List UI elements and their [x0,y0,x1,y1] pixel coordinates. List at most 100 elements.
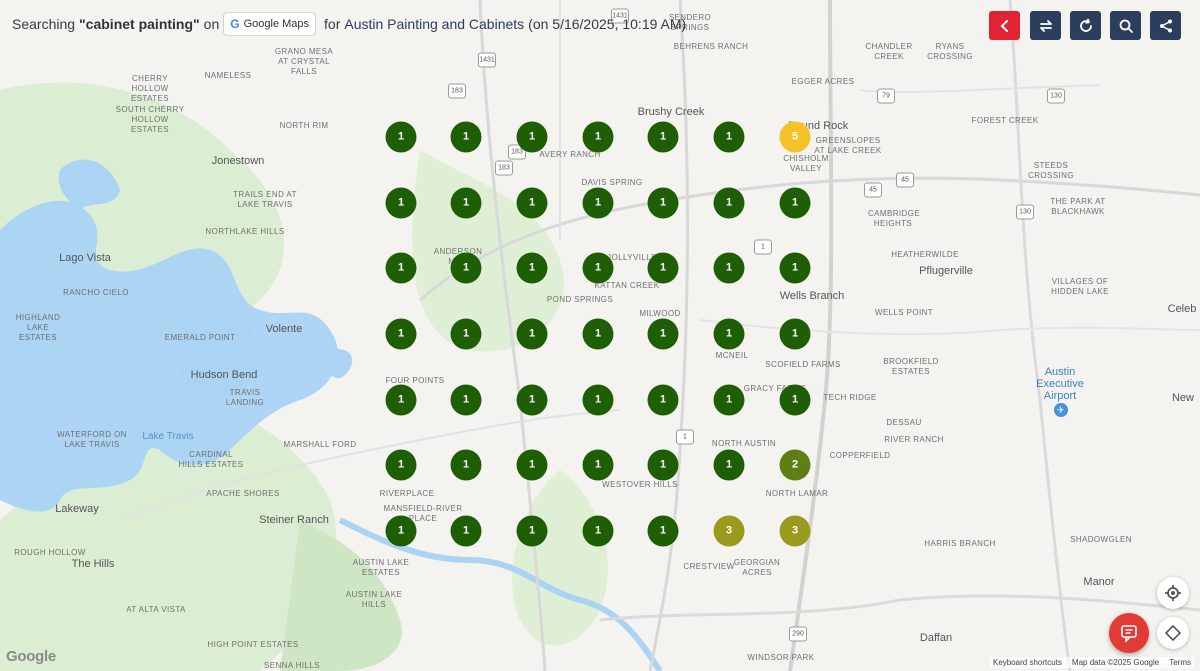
map-canvas[interactable]: Jonestown Lago Vista Volente Hudson Bend… [0,0,1200,671]
chat-button[interactable] [1109,613,1149,653]
label-northlake-hills: NORTHLAKE HILLS [205,227,285,236]
rank-marker[interactable]: 1 [516,515,548,547]
fullscreen-button[interactable] [1157,617,1189,649]
label-north-austin: NORTH AUSTIN [711,439,777,448]
rank-marker[interactable]: 1 [385,384,417,416]
rank-marker[interactable]: 1 [516,252,548,284]
rank-marker[interactable]: 1 [385,318,417,350]
rank-marker[interactable]: 1 [647,318,679,350]
rank-marker[interactable]: 5 [779,121,811,153]
google-maps-badge[interactable]: G Google Maps [223,12,317,36]
chat-icon [1121,625,1137,643]
rank-marker[interactable]: 1 [385,449,417,481]
airport-icon: ✈ [1054,403,1068,417]
rank-marker[interactable]: 1 [647,449,679,481]
label-brushy-creek: Brushy Creek [637,106,705,118]
rank-marker[interactable]: 1 [582,449,614,481]
label-the-hills: The Hills [71,558,115,570]
route-shield: 183 [495,160,513,176]
label-austin-executive-airport: Austin Executive Airport [1036,366,1084,402]
keyboard-shortcuts-link[interactable]: Keyboard shortcuts [993,658,1062,667]
rank-marker[interactable]: 1 [450,384,482,416]
rank-marker[interactable]: 1 [779,252,811,284]
route-shield: 130 [1016,204,1034,220]
rank-marker[interactable]: 1 [713,252,745,284]
label-crestview: CRESTVIEW [683,562,735,571]
rank-marker[interactable]: 1 [647,121,679,153]
rank-marker[interactable]: 1 [647,187,679,219]
rank-marker[interactable]: 3 [713,515,745,547]
rank-marker[interactable]: 1 [516,187,548,219]
label-georgian-acres: GEORGIAN ACRES [733,558,781,577]
business-name: Austin Painting and Cabinets [344,16,525,32]
rank-marker[interactable]: 1 [779,318,811,350]
rank-marker[interactable]: 3 [779,515,811,547]
rank-marker[interactable]: 1 [713,121,745,153]
rank-marker[interactable]: 1 [647,515,679,547]
rank-marker[interactable]: 1 [582,252,614,284]
google-g-icon: G [230,17,240,31]
rank-marker[interactable]: 1 [713,187,745,219]
label-villages-hidden-lake: VILLAGES OF HIDDEN LAKE [1051,277,1109,296]
label-north-lamar: NORTH LAMAR [765,489,829,498]
label-north-rim: NORTH RIM [279,121,329,130]
rank-marker[interactable]: 1 [516,318,548,350]
rank-marker[interactable]: 1 [713,384,745,416]
label-pond-springs: POND SPRINGS [546,295,614,304]
rank-marker[interactable]: 1 [582,121,614,153]
label-marshall-ford: MARSHALL FORD [283,440,357,449]
share-icon [1159,19,1172,32]
rank-marker[interactable]: 1 [450,187,482,219]
rank-marker[interactable]: 1 [516,121,548,153]
rank-marker[interactable]: 1 [582,318,614,350]
share-button[interactable] [1150,11,1181,40]
rank-marker[interactable]: 1 [516,449,548,481]
locate-button[interactable] [1157,577,1189,609]
rank-marker[interactable]: 1 [779,187,811,219]
terms-link[interactable]: Terms [1169,658,1191,667]
rank-marker[interactable]: 1 [450,515,482,547]
rank-marker[interactable]: 1 [450,252,482,284]
rank-marker[interactable]: 1 [779,384,811,416]
label-rancho-cielo: RANCHO CIELO [63,288,129,297]
route-shield: 45 [896,172,914,188]
route-shield: 1 [676,429,694,445]
google-logo: Google [6,648,56,665]
label-riverplace: RIVERPLACE [379,489,435,498]
label-shadowglen: SHADOWGLEN [1070,535,1132,544]
label-daffan: Daffan [919,632,953,644]
rank-marker[interactable]: 1 [582,384,614,416]
search-button[interactable] [1110,11,1141,40]
rank-marker[interactable]: 1 [385,121,417,153]
label-hudson-bend: Hudson Bend [190,369,258,381]
rank-marker[interactable]: 1 [582,515,614,547]
route-shield: 45 [864,182,882,198]
label-mcneil: MCNEIL [715,351,749,360]
label-travis-landing: TRAVIS LANDING [225,388,265,407]
rank-marker[interactable]: 1 [647,384,679,416]
rank-marker[interactable]: 1 [647,252,679,284]
route-shield: 290 [789,626,807,642]
header-on: on [203,16,220,32]
rank-marker[interactable]: 1 [450,318,482,350]
rank-marker[interactable]: 1 [385,515,417,547]
label-manor: Manor [1083,576,1115,588]
label-four-points: FOUR POINTS [385,376,445,385]
refresh-button[interactable] [1070,11,1101,40]
label-high-point: HIGH POINT ESTATES [207,640,299,649]
back-button[interactable] [989,11,1020,40]
rank-marker[interactable]: 2 [779,449,811,481]
rank-marker[interactable]: 1 [450,449,482,481]
rank-marker[interactable]: 1 [713,318,745,350]
refresh-icon [1079,18,1092,32]
rank-marker[interactable]: 1 [582,187,614,219]
label-davis-spring: DAVIS SPRING [581,178,643,187]
rank-marker[interactable]: 1 [516,384,548,416]
rank-marker[interactable]: 1 [450,121,482,153]
swap-button[interactable] [1030,11,1061,40]
rank-marker[interactable]: 1 [385,252,417,284]
label-jonestown: Jonestown [211,155,265,167]
rank-marker[interactable]: 1 [385,187,417,219]
rank-marker[interactable]: 1 [713,449,745,481]
label-pflugerville: Pflugerville [919,265,973,277]
